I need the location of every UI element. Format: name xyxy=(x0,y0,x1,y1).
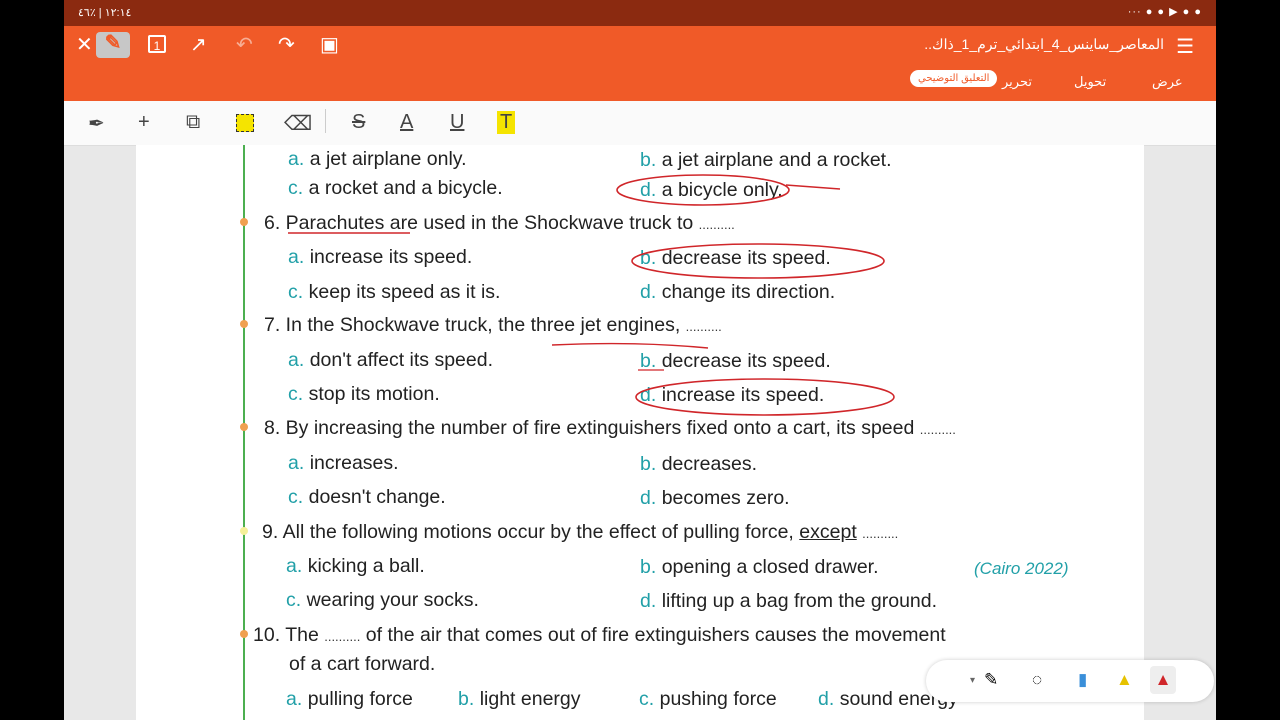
redo-icon[interactable]: ↷ xyxy=(278,34,295,56)
tab-edit[interactable]: تحرير xyxy=(1002,74,1032,90)
pen-blue-icon[interactable]: ▮ xyxy=(1078,670,1087,690)
ink-circle-q7 xyxy=(635,378,895,416)
ink-annotations xyxy=(288,174,895,416)
status-time-battery: ١٢:١٤ | ٪٤٦ xyxy=(78,7,132,19)
app-header: ✕ ✎ 1 ↗ ↶ ↷ ▣ المعاصر_ساينس_4_ابتدائي_تر… xyxy=(64,26,1216,101)
shape-icon[interactable]: ⧉ xyxy=(186,111,200,134)
lasso-icon[interactable]: ◌ xyxy=(1032,670,1042,690)
share-icon[interactable]: ↗ xyxy=(190,34,207,56)
underline-icon[interactable]: U xyxy=(450,111,464,134)
app-window: ١٢:١٤ | ٪٤٦ ··· ● ● ▶ ● ● ✕ ✎ 1 ↗ ↶ ↷ ▣ … xyxy=(64,0,1216,720)
tab-view[interactable]: عرض xyxy=(1152,74,1183,90)
pen-red-icon[interactable]: ▲ xyxy=(1150,666,1176,694)
close-icon[interactable]: ✕ xyxy=(76,34,93,56)
undo-icon[interactable]: ↶ xyxy=(236,34,253,56)
tab-convert[interactable]: تحويل xyxy=(1074,74,1106,90)
save-icon[interactable]: ▣ xyxy=(320,34,339,56)
status-bar: ١٢:١٤ | ٪٤٦ ··· ● ● ▶ ● ● xyxy=(64,0,1216,26)
ink-stroke xyxy=(785,184,841,190)
menu-icon[interactable]: ☰ xyxy=(1176,34,1194,59)
document-title: المعاصر_ساينس_4_ابتدائي_ترم_1_ذاك.. xyxy=(924,36,1164,52)
ink-underline-q7 xyxy=(551,342,709,349)
highlight-text-icon[interactable]: T xyxy=(497,111,516,134)
page-number-icon[interactable]: 1 xyxy=(148,35,166,53)
ink-circle-q6 xyxy=(631,243,885,279)
strikethrough-icon[interactable]: S xyxy=(352,111,365,134)
pen-nib-icon[interactable]: ✒ xyxy=(88,111,105,136)
floating-pen-toolbar: ▾ ✎ ◌ ▮ ▲ ▲ xyxy=(926,660,1214,702)
add-icon[interactable]: + xyxy=(138,111,150,134)
area-highlight-icon[interactable] xyxy=(236,114,254,132)
toolbar-divider xyxy=(325,109,326,133)
document-page: a. a jet airplane only. b. a jet airplan… xyxy=(136,145,1144,720)
ink-circle-q5 xyxy=(616,174,790,206)
annotation-toolbar: ✒ + ⧉ ⌫ S A U T xyxy=(64,101,1216,146)
pencil-icon[interactable]: ✎ xyxy=(984,670,998,690)
tab-annotation[interactable]: التعليق التوضيحي xyxy=(910,70,998,87)
status-notification-icons: ··· ● ● ▶ ● ● xyxy=(1127,6,1202,18)
highlighter-icon[interactable]: ▲ xyxy=(1116,670,1133,690)
text-color-icon[interactable]: A xyxy=(400,111,413,134)
eraser-icon[interactable]: ⌫ xyxy=(284,111,312,136)
clipboard-icon[interactable]: ✎ xyxy=(96,32,130,58)
chevron-down-icon[interactable]: ▾ xyxy=(970,675,975,686)
